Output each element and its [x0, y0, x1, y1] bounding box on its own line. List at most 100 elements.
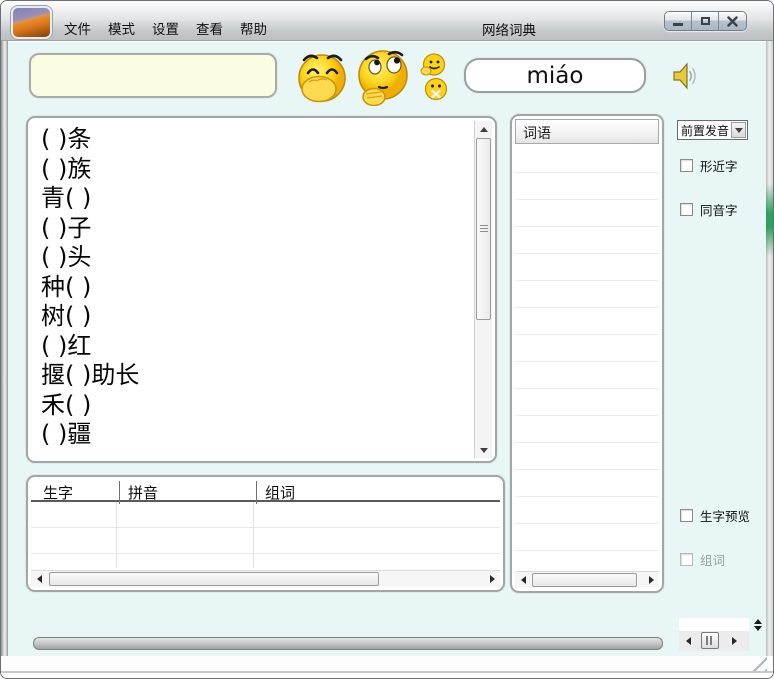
preview-checkbox[interactable] [680, 509, 693, 522]
track-right-button[interactable] [729, 636, 739, 646]
giggle-emoji [298, 54, 346, 103]
word-row [515, 308, 659, 335]
word-row [515, 443, 659, 470]
word-row [515, 497, 659, 524]
table-row [31, 502, 500, 528]
track-left-button[interactable] [683, 636, 693, 646]
maximize-icon [700, 17, 710, 25]
word-build-label: 组词 [700, 553, 726, 568]
minimize-icon [673, 22, 683, 26]
column-header-words[interactable]: 组词 [265, 482, 295, 503]
preview-label: 生字预览 [700, 509, 751, 524]
track-right-icon [731, 637, 737, 645]
word-row [515, 281, 659, 308]
scroll-up-icon [480, 126, 488, 132]
window-bottom-border [1, 656, 773, 678]
word-list [515, 146, 659, 571]
menu-file[interactable]: 文件 [64, 18, 91, 38]
minimize-button[interactable] [665, 12, 692, 30]
thinking-emoji [358, 50, 408, 106]
word-row [515, 524, 659, 551]
track-thumb[interactable] [701, 632, 719, 649]
progress-slider-bar[interactable] [33, 637, 663, 650]
scroll-right-button[interactable] [484, 571, 500, 587]
word-list-column-header[interactable]: 词语 [515, 119, 659, 144]
exercise-line: ( )子 [41, 213, 92, 242]
scroll-left-icon [520, 576, 526, 584]
maximize-button[interactable] [692, 12, 719, 30]
pinyin-display[interactable]: miáo [464, 58, 646, 93]
exercise-line: 禾( ) [41, 390, 92, 419]
column-divider [119, 481, 120, 504]
similar-shape-label: 形近字 [700, 159, 738, 174]
character-table-panel: 生字 拼音 组词 [26, 475, 505, 592]
menu-settings[interactable]: 设置 [152, 18, 179, 38]
titlebar[interactable]: 文件 模式 设置 查看 帮助 网络词典 [1, 1, 773, 41]
scroll-left-button[interactable] [515, 572, 531, 588]
scroll-thumb[interactable] [476, 138, 491, 320]
homophone-checkbox-row: 同音字 [680, 200, 738, 219]
word-build-checkbox-row: 组词 [680, 550, 725, 569]
scroll-down-button[interactable] [475, 442, 493, 458]
close-button[interactable] [719, 12, 746, 30]
word-row [515, 146, 659, 173]
mute-emoji [424, 77, 448, 101]
exercise-line: 树( ) [41, 302, 92, 330]
homophone-checkbox[interactable] [680, 203, 693, 216]
word-row [515, 254, 659, 281]
green-edge-highlight [766, 184, 773, 256]
table-row [31, 528, 500, 554]
window-left-border [1, 41, 8, 656]
word-row [515, 362, 659, 389]
chevron-down-icon [734, 127, 743, 133]
thumb-grip-icon [479, 225, 488, 233]
scroll-up-button[interactable] [475, 121, 493, 137]
pronounce-mode-dropdown[interactable]: 前置发音 [677, 120, 748, 140]
app-icon [11, 6, 52, 39]
mini-trackbar[interactable] [679, 631, 749, 651]
menubar: 文件 模式 设置 查看 帮助 [64, 18, 267, 38]
dropdown-button[interactable] [731, 122, 746, 138]
word-row [515, 335, 659, 362]
exercise-line: 种( ) [41, 272, 92, 301]
scroll-right-button[interactable] [643, 572, 659, 588]
table-body [31, 502, 500, 580]
app-window: 文件 模式 设置 查看 帮助 网络词典 miáo ()条 ()族 青() … [0, 0, 774, 679]
track-left-icon [685, 637, 691, 645]
window-right-border [766, 41, 773, 656]
exercise-vertical-scrollbar[interactable] [474, 121, 492, 458]
window-title: 网络词典 [482, 23, 536, 39]
menu-help[interactable]: 帮助 [240, 18, 267, 38]
headword-input[interactable] [29, 53, 277, 98]
word-list-horizontal-scrollbar[interactable] [515, 571, 659, 588]
word-row [515, 173, 659, 200]
scroll-left-icon [36, 575, 42, 583]
menu-view[interactable]: 查看 [196, 18, 223, 38]
word-list-panel: 词语 [510, 114, 664, 593]
scroll-left-button[interactable] [31, 571, 47, 587]
homophone-label: 同音字 [700, 203, 738, 218]
scroll-thumb[interactable] [49, 572, 379, 586]
column-header-character[interactable]: 生字 [43, 482, 73, 503]
word-row [515, 470, 659, 497]
exercise-line: 揠( )助长 [41, 361, 140, 389]
menu-mode[interactable]: 模式 [108, 18, 135, 38]
speaker-icon[interactable] [672, 62, 698, 90]
similar-shape-checkbox[interactable] [680, 159, 693, 172]
column-divider [256, 481, 257, 504]
close-icon [727, 15, 738, 27]
updown-arrows-icon[interactable] [753, 619, 762, 631]
scroll-right-icon [489, 575, 495, 583]
table-horizontal-scrollbar[interactable] [31, 570, 500, 587]
word-build-checkbox [680, 553, 693, 566]
word-row [515, 227, 659, 254]
scroll-thumb[interactable] [532, 573, 637, 587]
word-row [515, 389, 659, 416]
exercise-lines: ( )条 ( )族 青( ) ( )子 ( )头 种( ) 树( ) ( )红 … [41, 125, 139, 450]
column-header-pinyin[interactable]: 拼音 [128, 482, 158, 503]
exercise-line: ( )红 [41, 331, 92, 360]
arrow-down-icon [753, 626, 762, 631]
exercise-line: 青( ) [41, 184, 92, 212]
thumb-grip-icon [706, 636, 714, 645]
similar-shape-checkbox-row: 形近字 [680, 156, 738, 175]
